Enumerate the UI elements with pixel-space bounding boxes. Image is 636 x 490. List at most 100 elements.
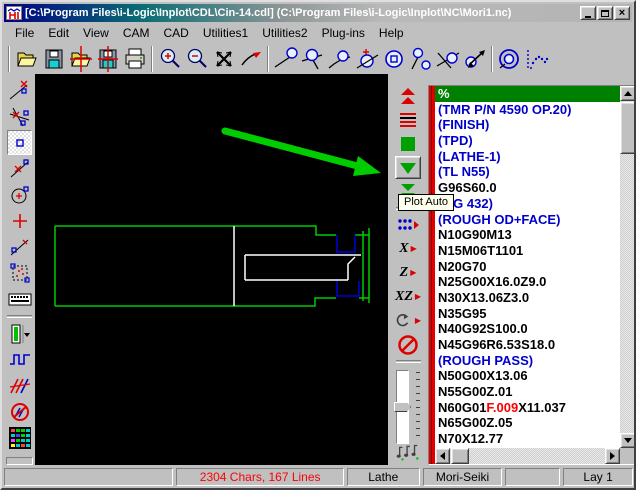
nc-segment: F.009 [486, 399, 519, 415]
menu-utilities1[interactable]: Utilities1 [196, 24, 255, 42]
linetype-button[interactable] [7, 347, 32, 372]
horizontal-scroll-thumb[interactable] [451, 448, 469, 464]
nc-line[interactable]: N10G90M13 [435, 227, 620, 243]
snap-circle-center-button[interactable] [353, 45, 380, 72]
color-select-icon [11, 324, 30, 343]
plot-forward-button[interactable] [395, 156, 421, 180]
plot-xz-button[interactable]: XZ ▶ [395, 285, 421, 308]
nc-line[interactable]: (MG 432) [435, 196, 620, 212]
step-lines-button[interactable] [395, 108, 421, 131]
menu-utilities2[interactable]: Utilities2 [255, 24, 314, 42]
snap-grid-point-button[interactable] [380, 45, 407, 72]
snap-intersection-button[interactable] [299, 45, 326, 72]
nc-line[interactable]: (ROUGH PASS) [435, 353, 620, 369]
scroll-right-button[interactable] [605, 448, 620, 464]
nc-line[interactable]: (FINISH) [435, 117, 620, 133]
open-plot-file-button[interactable] [67, 45, 94, 72]
snap-nearest-button[interactable] [434, 45, 461, 72]
color-select-button[interactable] [7, 321, 32, 346]
vertical-scroll-thumb[interactable] [620, 102, 634, 154]
nc-segment: N45G96R6.53S18.0 [438, 337, 556, 352]
nc-lines[interactable]: % (TMR P/N 4590 OP.20) (FINISH) (TPD) (LATHE… [435, 86, 620, 448]
undo-plot-button[interactable]: ▶ [395, 309, 421, 332]
nc-vertical-scrollbar[interactable] [620, 86, 634, 448]
nc-horizontal-scrollbar[interactable] [435, 448, 620, 464]
line-point-marker-button[interactable] [7, 78, 32, 103]
nc-line[interactable]: N50G00X13.06 [435, 368, 620, 384]
nc-segment: N30X13.06Z3.0 [438, 289, 530, 305]
menu-cam[interactable]: CAM [116, 24, 157, 42]
intersection-markers-button[interactable] [7, 104, 32, 129]
sound-toggle-button[interactable] [395, 441, 421, 464]
snap-move-point-button[interactable] [461, 45, 488, 72]
menu-cad[interactable]: CAD [157, 24, 196, 42]
redraw-button[interactable] [237, 45, 264, 72]
scroll-left-button[interactable] [435, 448, 450, 464]
save-plot-file-button[interactable] [94, 45, 121, 72]
no-hatch-button[interactable] [7, 399, 32, 424]
nc-line[interactable]: N60G01F.009X11.037 [435, 400, 620, 416]
nc-line[interactable]: N70X12.77 [435, 431, 620, 447]
point-cross-button[interactable] [7, 208, 32, 233]
scroll-up-button[interactable] [620, 86, 634, 101]
nc-line[interactable]: G96S60.0 [435, 180, 620, 196]
close-button[interactable]: × [614, 6, 630, 20]
color-palette-button[interactable] [7, 425, 32, 450]
save-file-button[interactable] [40, 45, 67, 72]
nc-line[interactable]: N40G92S100.0 [435, 321, 620, 337]
snap-endpoint-button[interactable] [407, 45, 434, 72]
nc-line[interactable]: N45G96R6.53S18.0 [435, 337, 620, 353]
menu-plug-ins[interactable]: Plug-ins [315, 24, 372, 42]
nc-line[interactable]: % [435, 86, 620, 102]
open-file-button[interactable] [13, 45, 40, 72]
leftbar-bottom-panel [6, 457, 33, 465]
line-cross-marker-button[interactable] [7, 156, 32, 181]
nc-line[interactable]: (ROUGH OD+FACE) [435, 212, 620, 228]
menu-file[interactable]: File [8, 24, 41, 42]
plot-points-button[interactable] [523, 45, 550, 72]
plot-dots-button[interactable] [395, 213, 421, 236]
hatch-lines-button[interactable] [7, 373, 32, 398]
snap-arc-point-button[interactable] [326, 45, 353, 72]
nc-line[interactable]: N25G00X16.0Z9.0 [435, 274, 620, 290]
menu-edit[interactable]: Edit [41, 24, 76, 42]
keyboard-entry-button[interactable] [7, 286, 32, 311]
rewind-up-button[interactable] [395, 84, 421, 107]
nc-segment: N70X12.77 [438, 431, 504, 447]
circle-center-marker-button[interactable] [7, 182, 32, 207]
title-bar[interactable]: [C:\Program Files\i-Logic\Inplot\CDL\Cin… [4, 4, 632, 22]
window-select-button[interactable] [7, 260, 32, 285]
maximize-button[interactable] [597, 6, 613, 20]
zoom-out-button[interactable] [183, 45, 210, 72]
nc-line[interactable]: (TMR P/N 4590 OP.20) [435, 102, 620, 118]
zoom-extents-button[interactable] [210, 45, 237, 72]
pick-square-button[interactable] [7, 130, 32, 155]
plot-z-button[interactable]: Z ▶ [395, 261, 421, 284]
plot-speed-slider[interactable] [393, 370, 423, 444]
nc-line[interactable]: N35G95 [435, 306, 620, 322]
nc-line[interactable]: N30X13.06Z3.0 [435, 290, 620, 306]
drawing-canvas[interactable] [35, 74, 388, 465]
zoom-in-button[interactable] [156, 45, 183, 72]
nc-line[interactable]: N15M06T1101 [435, 243, 620, 259]
nc-line[interactable]: (LATHE-1) [435, 149, 620, 165]
nc-line[interactable]: (TL N55) [435, 164, 620, 180]
nc-line[interactable]: N65G00Z.05 [435, 415, 620, 431]
cancel-plot-button[interactable] [395, 333, 421, 356]
print-button[interactable] [121, 45, 148, 72]
menu-help[interactable]: Help [372, 24, 411, 42]
scrollbar-corner [620, 448, 634, 464]
stop-square-button[interactable] [395, 132, 421, 155]
plot-x-button[interactable]: X ▶ [395, 237, 421, 260]
minimize-button[interactable] [580, 6, 596, 20]
menu-view[interactable]: View [76, 24, 116, 42]
snap-point-on-entity-button[interactable] [272, 45, 299, 72]
triangle-left-icon [440, 452, 445, 460]
nc-line[interactable]: N20G70 [435, 259, 620, 275]
line-endpoints-button[interactable] [7, 234, 32, 259]
nc-line[interactable]: (TPD) [435, 133, 620, 149]
concentric-circles-button[interactable] [496, 45, 523, 72]
nc-line[interactable]: N55G00Z.01 [435, 384, 620, 400]
scroll-down-button[interactable] [620, 433, 634, 448]
triangle-down-icon [624, 438, 632, 443]
